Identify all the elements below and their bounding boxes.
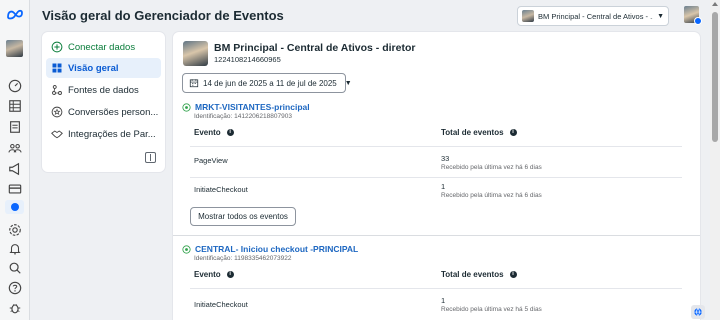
search-icon[interactable] [7, 260, 22, 275]
sidebar-item-label: Fontes de dados [68, 84, 139, 96]
chevron-down-icon: ▼ [657, 12, 664, 20]
settings-icon[interactable] [7, 222, 22, 237]
divider [190, 177, 682, 178]
event-name: InitiateCheckout [194, 300, 248, 309]
events-manager-icon[interactable] [5, 200, 24, 214]
divider [190, 146, 682, 147]
page-title: Visão geral do Gerenciador de Eventos [42, 8, 284, 23]
card-icon[interactable] [7, 181, 22, 196]
dataset-section: MRKT-VISITANTES-principal Identificação:… [182, 102, 687, 232]
event-count: 33 [441, 154, 450, 163]
show-all-events-button[interactable]: Mostrar todos os eventos [190, 207, 296, 226]
bell-icon[interactable] [7, 241, 22, 256]
event-last-received: Recebido pela última vez há 5 dias [441, 306, 542, 313]
scrollbar-thumb[interactable] [712, 12, 718, 142]
date-range-label: 14 de jun de 2025 a 11 de jul de 2025 [203, 78, 337, 88]
account-avatar[interactable] [6, 40, 23, 57]
event-count: 1 [441, 182, 446, 191]
sidebar-item-label: Integrações de Par... [68, 128, 156, 140]
dataset-status-icon [182, 102, 191, 112]
sidebar-item-label: Conectar dados [68, 41, 136, 53]
plus-circle-icon [51, 41, 63, 53]
facebook-badge-icon [694, 17, 702, 25]
dataset-id: Identificação: 1198335462073922 [194, 255, 292, 262]
info-icon[interactable]: i [226, 129, 234, 136]
dataset-status-icon [182, 244, 191, 254]
sidebar-nav: Conectar dados Visão geral Fontes de dad… [42, 32, 165, 172]
event-last-received: Recebido pela última vez há 6 dias [441, 164, 542, 171]
table-icon[interactable] [7, 98, 22, 113]
info-icon[interactable]: i [509, 129, 517, 136]
divider [190, 288, 682, 289]
dataset-id: Identificação: 1412206218807903 [194, 113, 292, 120]
column-header-event: Evento i [194, 128, 234, 137]
meta-logo-icon[interactable] [6, 8, 24, 20]
asset-name: BM Principal - Central de Ativos - diret… [214, 42, 416, 54]
sidebar-item-overview[interactable]: Visão geral [46, 58, 161, 78]
dataset-section: CENTRAL- Iniciou checkout -PRINCIPAL Ide… [182, 244, 687, 320]
column-header-total: Total de eventos i [441, 270, 517, 279]
overview-panel: BM Principal - Central de Ativos - diret… [173, 32, 700, 320]
sidebar-item-label: Conversões person... [68, 106, 159, 118]
sidebar-item-custom-conversions[interactable]: Conversões person... [46, 102, 161, 122]
sidebar-item-data-sources[interactable]: Fontes de dados [46, 80, 161, 100]
handshake-icon [51, 130, 63, 139]
event-name: InitiateCheckout [194, 185, 248, 194]
info-icon[interactable]: i [226, 271, 234, 278]
bug-icon[interactable] [7, 300, 22, 315]
section-divider [173, 235, 700, 236]
sidebar-item-partner-integrations[interactable]: Integrações de Par... [46, 124, 161, 144]
page-scrollbar[interactable] [710, 0, 720, 320]
global-nav-rail [0, 0, 30, 320]
data-sources-icon [52, 85, 62, 95]
asset-thumbnail [183, 41, 208, 66]
date-range-picker[interactable]: 14 de jun de 2025 a 11 de jul de 2025 ▼ [182, 73, 352, 93]
asset-id: 1224108214660965 [214, 55, 281, 64]
globe-icon [694, 308, 702, 317]
page-header: Visão geral do Gerenciador de Eventos BM… [30, 0, 710, 32]
user-avatar[interactable] [684, 6, 702, 25]
chevron-down-icon: ▼ [344, 79, 352, 87]
business-selector[interactable]: BM Principal - Central de Ativos - ... ▼ [517, 6, 669, 26]
dataset-name[interactable]: MRKT-VISITANTES-principal [182, 102, 310, 112]
dashboard-icon[interactable] [7, 78, 22, 93]
pages-icon[interactable] [7, 119, 22, 134]
info-icon[interactable]: i [509, 271, 517, 278]
scroll-up-icon[interactable] [712, 2, 718, 6]
collapse-sidebar-icon[interactable] [145, 152, 156, 163]
event-name: PageView [194, 156, 228, 165]
people-icon[interactable] [7, 140, 22, 155]
grid-icon [52, 63, 62, 73]
star-icon [51, 106, 63, 118]
column-header-event: Evento i [194, 270, 234, 279]
column-header-total: Total de eventos i [441, 128, 517, 137]
help-chat-button[interactable] [691, 305, 705, 319]
event-count: 1 [441, 296, 446, 305]
event-last-received: Recebido pela última vez há 6 dias [441, 192, 542, 199]
help-icon[interactable] [7, 280, 22, 295]
dataset-name[interactable]: CENTRAL- Iniciou checkout -PRINCIPAL [182, 244, 358, 254]
business-thumbnail [522, 10, 534, 22]
megaphone-icon[interactable] [7, 161, 22, 176]
business-selector-label: BM Principal - Central de Ativos - ... [538, 11, 654, 21]
sidebar-item-label: Visão geral [68, 62, 119, 74]
sidebar-item-connect-data[interactable]: Conectar dados [46, 37, 161, 57]
calendar-icon [189, 79, 199, 88]
